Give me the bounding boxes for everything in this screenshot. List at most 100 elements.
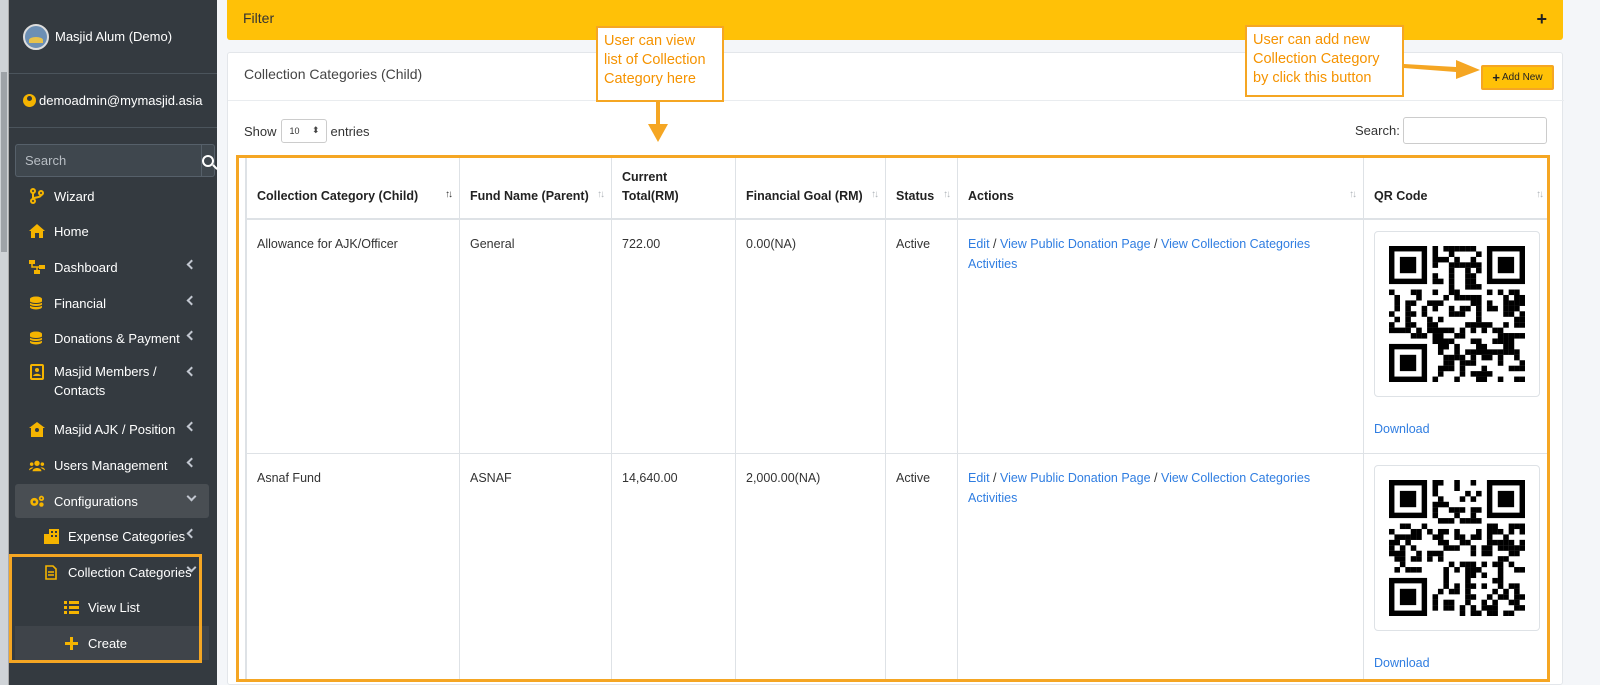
add-new-button[interactable]: + Add New [1481, 65, 1554, 90]
sort-icon: ↑↓ [943, 188, 951, 200]
sidebar-item-collection-categories[interactable]: Collection Categories [15, 555, 209, 589]
callout-view-list: User can view list of Collection Categor… [596, 26, 724, 102]
col-header-financial-goal[interactable]: Financial Goal (RM) ↑↓ [735, 157, 886, 220]
position-icon [29, 421, 45, 437]
view-public-donation-link[interactable]: View Public Donation Page [1000, 237, 1151, 251]
sidebar-item-label: Users Management [54, 457, 168, 473]
expense-icon [43, 528, 59, 544]
cell-actions: Edit / View Public Donation Page / View … [957, 452, 1364, 682]
sort-icon: ↑↓ [597, 188, 605, 200]
sidebar-item-view-list[interactable]: View List [15, 590, 209, 624]
gears-icon [29, 493, 45, 509]
filter-title: Filter [243, 10, 275, 26]
search-icon [202, 154, 214, 167]
qr-code-icon [1389, 245, 1525, 382]
cell-goal: 0.00(NA) [735, 218, 886, 454]
sidebar-item-label: Configurations [54, 493, 138, 509]
download-link[interactable]: Download [1374, 653, 1540, 673]
donation-icon [29, 330, 45, 346]
coins-icon [29, 295, 45, 311]
card-title: Collection Categories (Child) [244, 66, 423, 82]
col-header-qr-code[interactable]: QR Code ↑↓ [1363, 157, 1549, 220]
expand-plus-icon[interactable]: + [1536, 9, 1547, 30]
chevron-left-icon [186, 259, 197, 270]
view-public-donation-link[interactable]: View Public Donation Page [1000, 471, 1151, 485]
sidebar-item-label: Expense Categories [68, 528, 186, 544]
sort-icon: ↑↓ [1536, 188, 1544, 200]
home-icon [29, 223, 45, 239]
col-header-status[interactable]: Status ↑↓ [885, 157, 958, 220]
masjid-logo-icon [23, 23, 49, 50]
cell-goal: 2,000.00(NA) [735, 452, 886, 682]
sidebar-item-donations[interactable]: Donations & Payment [15, 321, 209, 355]
edit-link[interactable]: Edit [968, 471, 990, 485]
plus-icon [63, 635, 79, 651]
callout-add-new: User can add new Collection Category by … [1245, 25, 1404, 97]
table-row: Asnaf Fund ASNAF 14,640.00 2,000.00(NA) … [246, 452, 1549, 682]
cell-qr: Download [1363, 452, 1549, 682]
chevron-left-icon [186, 421, 197, 432]
col-header-category[interactable]: Collection Category (Child) ↑↓ [246, 157, 460, 220]
user-panel[interactable]: demoadmin@mymasjid.asia [9, 74, 217, 128]
sidebar-item-configurations[interactable]: Configurations [15, 484, 209, 518]
cell-fund: ASNAF [459, 452, 612, 682]
sidebar-search [15, 144, 215, 177]
sidebar-search-input[interactable] [15, 144, 201, 177]
sidebar-item-dashboard[interactable]: Dashboard [15, 250, 209, 284]
col-header-actions[interactable]: Actions ↑↓ [957, 157, 1364, 220]
dashboard-icon [29, 259, 45, 275]
table-container: Collection Category (Child) ↑↓ Fund Name … [245, 157, 1549, 682]
sidebar-item-label: Create [88, 635, 128, 651]
sidebar-item-wizard[interactable]: Wizard [15, 179, 209, 213]
table-header-row: Collection Category (Child) ↑↓ Fund Name … [246, 157, 1549, 220]
sidebar-item-users[interactable]: Users Management [15, 448, 209, 482]
page-length-select[interactable]: 10 [280, 119, 327, 143]
chevron-left-icon [186, 330, 197, 341]
sidebar-item-expense-categories[interactable]: Expense Categories [15, 519, 209, 553]
wizard-icon [29, 188, 45, 204]
chevron-down-icon [186, 491, 197, 502]
sidebar-item-label: Donations & Payment [54, 330, 180, 346]
scroll-thumb[interactable] [1, 72, 7, 252]
chevron-left-icon [186, 295, 197, 306]
sidebar: Masjid Alum (Demo) demoadmin@mymasjid.as… [9, 0, 217, 685]
collection-categories-table: Collection Category (Child) ↑↓ Fund Name … [246, 157, 1549, 682]
list-icon [63, 599, 79, 615]
sidebar-item-financial[interactable]: Financial [15, 286, 209, 320]
chevron-left-icon [186, 366, 197, 377]
sidebar-search-button[interactable] [201, 144, 215, 177]
download-link[interactable]: Download [1374, 419, 1540, 439]
sidebar-item-label: Dashboard [54, 259, 118, 275]
col-header-current-total[interactable]: Current Total(RM) [611, 157, 736, 220]
user-email: demoadmin@mymasjid.asia [39, 93, 203, 108]
qr-code-image [1374, 464, 1540, 631]
edit-link[interactable]: Edit [968, 237, 990, 251]
sidebar-item-label: Financial [54, 295, 107, 311]
sidebar-item-label: Wizard [54, 188, 95, 204]
cell-total: 722.00 [611, 218, 736, 454]
window-edge-scrollbar [0, 0, 9, 685]
add-new-label: Add New [1502, 72, 1543, 83]
users-icon [29, 457, 45, 473]
cell-status: Active [885, 218, 958, 454]
sidebar-item-label: Collection Categories [68, 564, 192, 580]
sort-icon: ↑↓ [871, 188, 879, 200]
cell-qr: Download [1363, 218, 1549, 454]
members-icon [29, 364, 45, 380]
sidebar-item-label: Masjid AJK / Position [54, 421, 176, 437]
sidebar-item-home[interactable]: Home [15, 214, 209, 248]
brand[interactable]: Masjid Alum (Demo) [9, 0, 217, 74]
sidebar-item-label: View List [88, 599, 140, 615]
cell-category: Asnaf Fund [246, 452, 460, 682]
sidebar-item-ajk-position[interactable]: Masjid AJK / Position [15, 412, 209, 446]
chevron-left-icon [186, 528, 197, 539]
plus-icon: + [1492, 70, 1500, 85]
table-search-input[interactable] [1403, 117, 1547, 144]
cell-fund: General [459, 218, 612, 454]
file-icon [43, 564, 59, 580]
sidebar-item-label: Home [54, 223, 89, 239]
show-label: Show [244, 123, 277, 139]
col-header-fund[interactable]: Fund Name (Parent) ↑↓ [459, 157, 612, 220]
sidebar-item-create[interactable]: Create [15, 626, 209, 660]
sidebar-item-members[interactable]: Masjid Members / Contacts [15, 357, 209, 401]
